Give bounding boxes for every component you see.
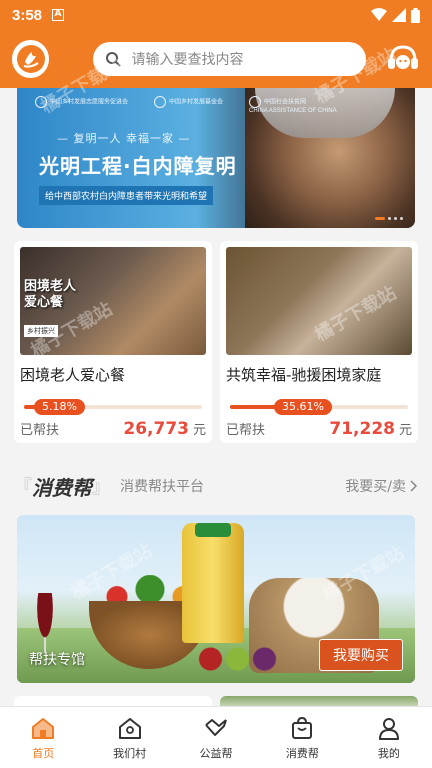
project-thumbnail: 困境老人 爱心餐 乡村振兴	[20, 247, 206, 355]
amount-unit: 元	[398, 423, 412, 438]
search-placeholder: 请输入要查找内容	[131, 52, 244, 68]
search-icon	[106, 52, 122, 67]
carousel-dot	[388, 217, 391, 220]
wine-glass-image	[33, 593, 57, 653]
oil-bottle-cap	[195, 523, 231, 537]
tab-charity[interactable]: 公益帮	[173, 707, 259, 768]
progress-badge: 5.18%	[34, 399, 85, 415]
project-thumbnail	[226, 247, 412, 355]
raised-amount: 26,773	[123, 419, 189, 439]
fruit-image	[197, 641, 287, 677]
title-bracket-left: 『	[14, 477, 32, 498]
project-card-family-aid[interactable]: 共筑幸福-驰援困境家庭 35.61% 已帮扶 71,228 元	[220, 241, 418, 443]
hero-banner[interactable]: 中国乡村发展志愿服务促进会 中国乡村发展基金会 中国社会扶贫网 CHINA ASS…	[17, 88, 415, 228]
project-stats: 已帮扶 71,228 元	[226, 419, 412, 439]
org-logo-3: 中国社会扶贫网 CHINA ASSISTANCE OF CHINA	[249, 96, 337, 114]
app-header: 请输入要查找内容	[0, 30, 432, 88]
project-title: 困境老人爱心餐	[20, 366, 126, 384]
tab-label: 首页	[32, 746, 55, 760]
shop-banner-label: 帮扶专馆	[29, 652, 85, 668]
progress-bar: 5.18%	[20, 399, 206, 415]
amount-unit: 元	[192, 423, 206, 438]
banner-slogan-main: 光明工程·白内障复明	[39, 154, 237, 178]
banner-slogan-note: 给中西部农村白内障患者带来光明和希望	[39, 186, 214, 205]
tab-village[interactable]: 我们村	[86, 707, 172, 768]
consumption-section-header: 『 消费帮 』 消费帮扶平台 我要买/卖	[14, 470, 418, 502]
search-bar[interactable]: 请输入要查找内容	[93, 42, 366, 76]
banner-slogan-sub: — 复明一人 幸福一家 —	[57, 132, 191, 145]
headset-icon	[388, 45, 418, 69]
project-card-elderly-meal[interactable]: 困境老人 爱心餐 乡村振兴 困境老人爱心餐 5.18% 已帮扶 26,773 元	[14, 241, 212, 443]
carousel-dot	[394, 217, 397, 220]
village-icon	[118, 717, 141, 739]
person-icon	[378, 717, 399, 740]
org-logo-1: 中国乡村发展志愿服务促进会	[35, 96, 128, 114]
project-stats: 已帮扶 26,773 元	[20, 419, 206, 439]
helped-label: 已帮扶	[20, 423, 60, 438]
tab-label: 消费帮	[285, 746, 319, 760]
oil-bottle-image	[182, 523, 244, 643]
project-cards: 困境老人 爱心餐 乡村振兴 困境老人爱心餐 5.18% 已帮扶 26,773 元…	[14, 241, 418, 443]
tab-label: 我的	[377, 746, 400, 760]
bottom-tab-bar: 首页 我们村 公益帮 消费帮 我的	[0, 706, 432, 768]
section-title: 消费帮	[32, 475, 92, 500]
app-logo[interactable]	[12, 40, 50, 78]
carousel-dot-active	[375, 217, 385, 220]
section-subtitle: 消费帮扶平台	[120, 479, 204, 495]
home-icon	[32, 717, 55, 739]
carousel-indicator	[375, 217, 403, 220]
hand-heart-logo-icon	[16, 45, 45, 73]
status-icons	[371, 7, 420, 23]
wifi-icon	[371, 8, 387, 21]
banner-org-logos: 中国乡村发展志愿服务促进会 中国乡村发展基金会 中国社会扶贫网 CHINA ASS…	[35, 96, 337, 114]
carousel-dot	[400, 217, 403, 220]
helped-label: 已帮扶	[226, 423, 266, 438]
chevron-right-icon	[410, 480, 418, 492]
progress-badge: 35.61%	[274, 399, 332, 415]
raised-amount: 71,228	[329, 419, 395, 439]
battery-icon	[411, 7, 420, 23]
project-title: 共筑幸福-驰援困境家庭	[226, 366, 382, 384]
tab-consumption[interactable]: 消费帮	[259, 707, 345, 768]
buy-sell-link[interactable]: 我要买/卖	[345, 476, 418, 496]
buy-now-button[interactable]: 我要购买	[319, 639, 403, 671]
thumbnail-title: 困境老人 爱心餐	[24, 279, 77, 310]
status-time: 3:58	[12, 6, 43, 24]
tab-mine[interactable]: 我的	[346, 707, 432, 768]
tab-label: 我们村	[113, 746, 147, 760]
thumbnail-tag: 乡村振兴	[24, 325, 58, 337]
tab-home[interactable]: 首页	[0, 707, 86, 768]
signal-icon	[392, 8, 406, 22]
handshake-icon	[205, 718, 227, 736]
status-bar: 3:58 A	[0, 0, 432, 30]
progress-bar: 35.61%	[226, 399, 412, 415]
tab-label: 公益帮	[199, 746, 233, 760]
notification-a-icon: A	[52, 9, 65, 21]
consumption-banner[interactable]: 帮扶专馆 我要购买	[17, 515, 415, 683]
org-logo-2: 中国乡村发展基金会	[154, 96, 223, 114]
title-bracket-right: 』	[92, 477, 110, 498]
buy-sell-label: 我要买/卖	[345, 479, 406, 495]
shopping-bag-icon	[292, 716, 313, 739]
customer-service-button[interactable]	[386, 42, 420, 76]
